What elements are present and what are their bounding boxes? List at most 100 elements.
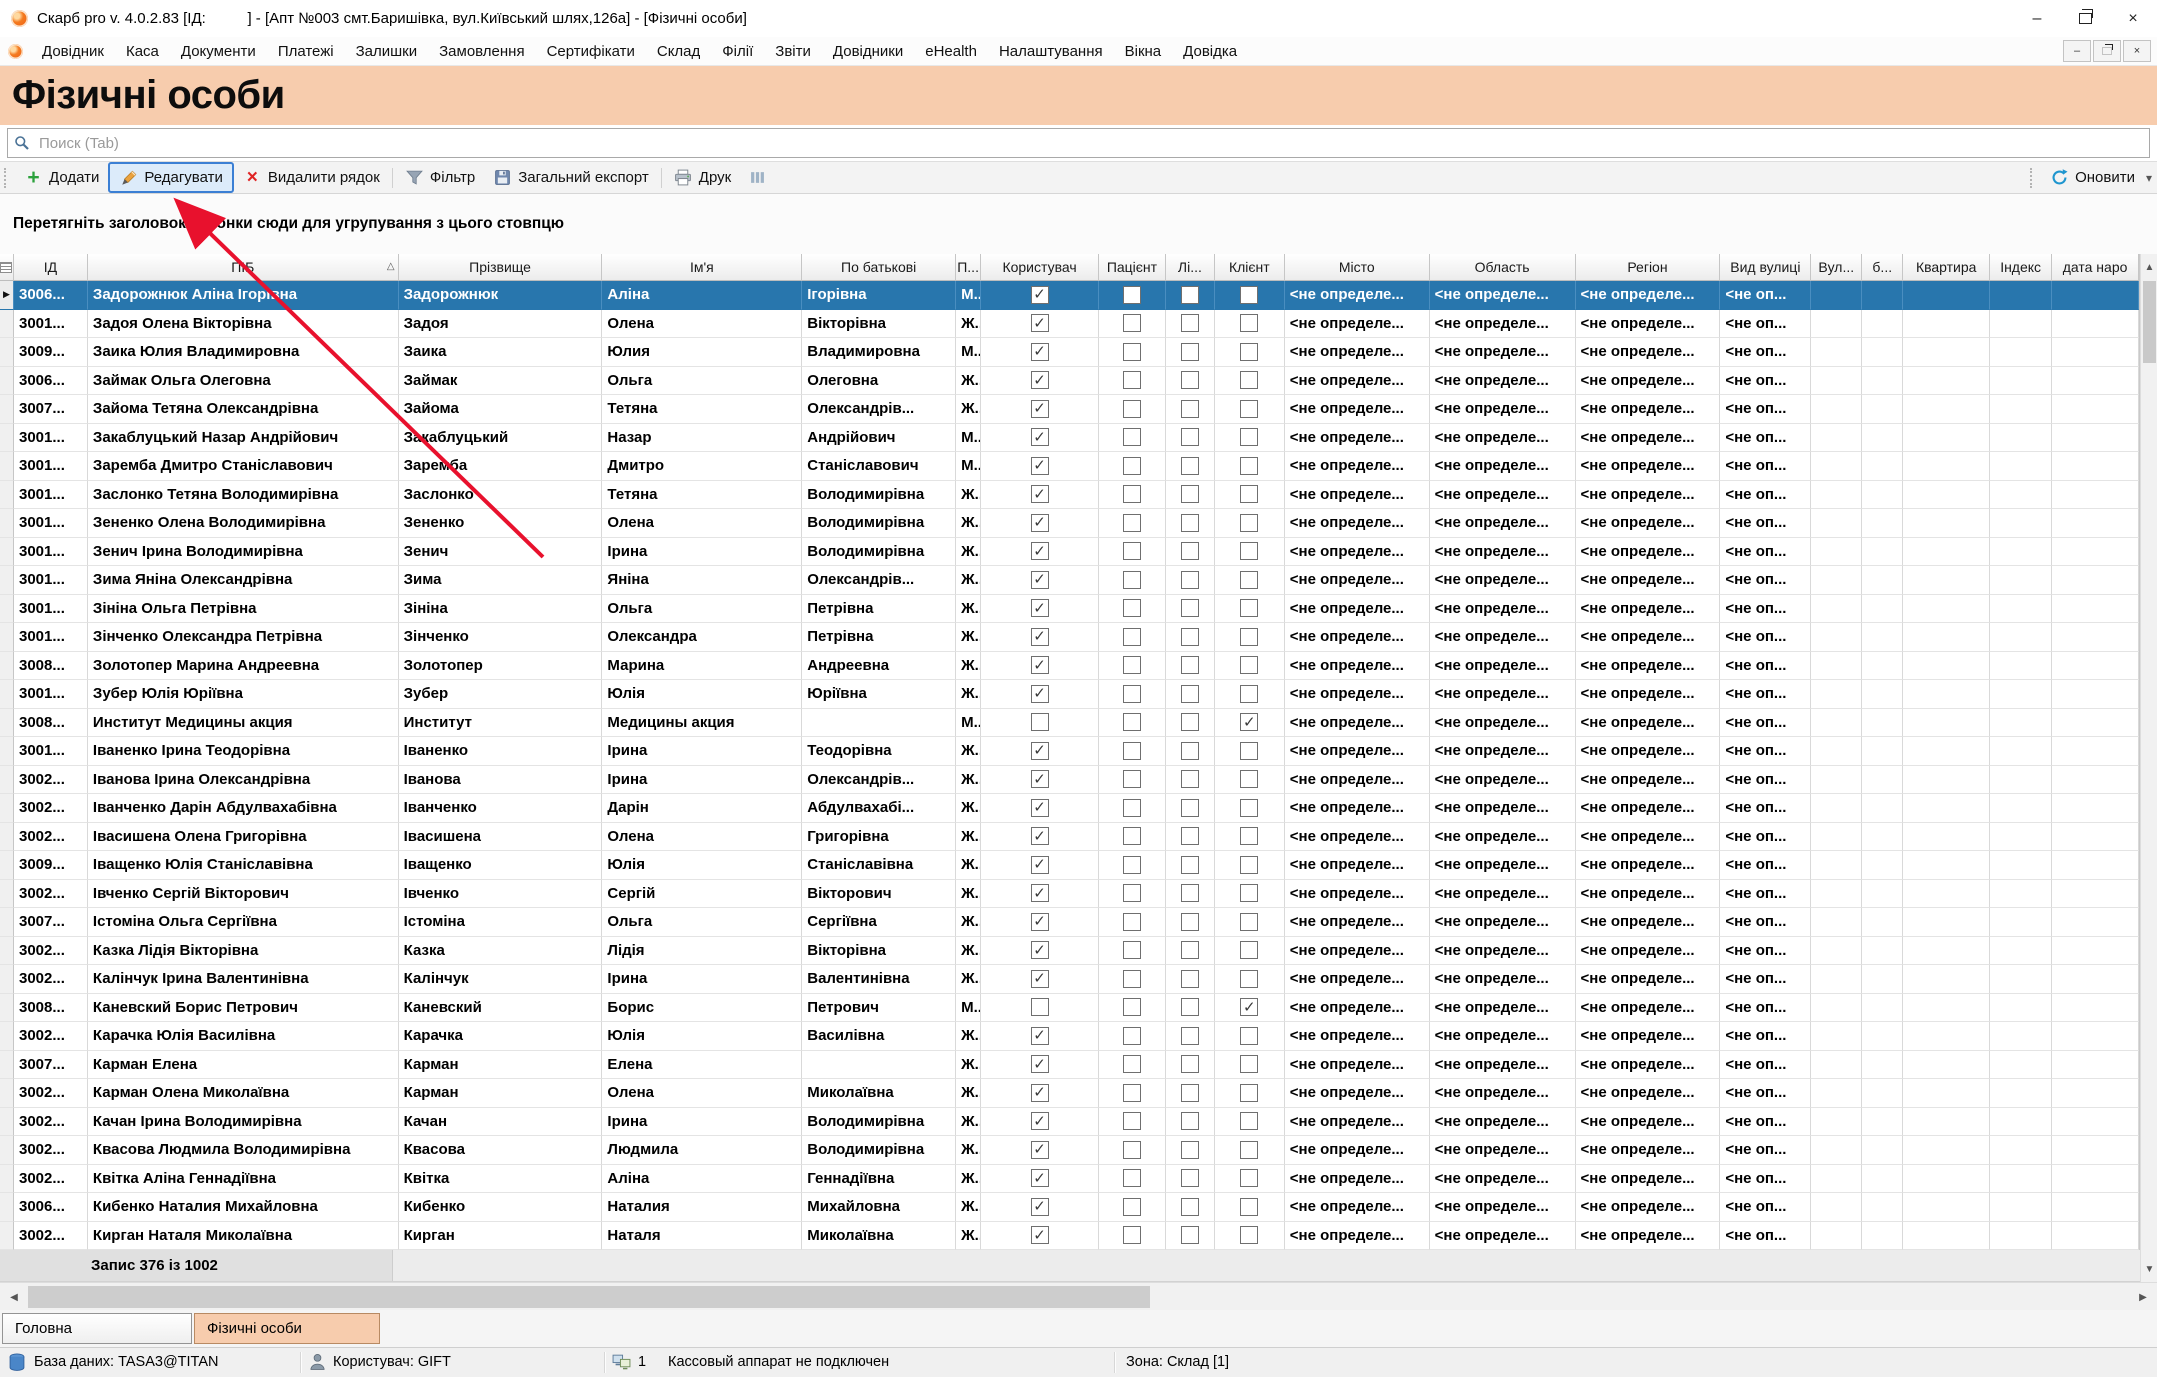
checkbox-user[interactable]: ✓: [1031, 1169, 1049, 1187]
checkbox-patient[interactable]: [1123, 571, 1141, 589]
checkbox-patient[interactable]: [1123, 884, 1141, 902]
checkbox-patient[interactable]: [1123, 1055, 1141, 1073]
checkbox-client[interactable]: [1240, 314, 1258, 332]
checkbox-user[interactable]: ✓: [1031, 913, 1049, 931]
checkbox-patient[interactable]: [1123, 1141, 1141, 1159]
checkbox-client[interactable]: [1240, 685, 1258, 703]
toolbar-grip[interactable]: [4, 168, 11, 188]
checkbox-client[interactable]: ✓: [1240, 998, 1258, 1016]
checkbox-license[interactable]: [1181, 1169, 1199, 1187]
checkbox-client[interactable]: [1240, 1226, 1258, 1244]
columns-icon[interactable]: [748, 168, 767, 187]
table-row[interactable]: 3002...Квасова Людмила ВолодимирівнаКвас…: [0, 1136, 2139, 1165]
checkbox-user[interactable]: ✓: [1031, 571, 1049, 589]
checkbox-patient[interactable]: [1123, 713, 1141, 731]
col-header-2[interactable]: ПІБ△: [88, 254, 399, 281]
checkbox-user[interactable]: ✓: [1031, 827, 1049, 845]
checkbox-patient[interactable]: [1123, 628, 1141, 646]
col-header-14[interactable]: Вид вулиці: [1720, 254, 1811, 281]
mdi-close-button[interactable]: ×: [2123, 40, 2151, 62]
close-button[interactable]: ×: [2109, 0, 2157, 37]
table-row[interactable]: 3001...Зененко Олена ВолодимирівнаЗененк…: [0, 509, 2139, 538]
checkbox-license[interactable]: [1181, 628, 1199, 646]
col-header-6[interactable]: П...: [956, 254, 981, 281]
col-header-17[interactable]: Квартира: [1903, 254, 1990, 281]
checkbox-user[interactable]: ✓: [1031, 485, 1049, 503]
checkbox-client[interactable]: [1240, 428, 1258, 446]
checkbox-license[interactable]: [1181, 485, 1199, 503]
checkbox-user[interactable]: ✓: [1031, 1112, 1049, 1130]
menu-item-1[interactable]: Довідник: [31, 37, 115, 66]
horizontal-scrollbar[interactable]: ◀ ▶: [0, 1282, 2157, 1310]
checkbox-patient[interactable]: [1123, 742, 1141, 760]
table-row[interactable]: 3008...Каневский Борис ПетровичКаневский…: [0, 994, 2139, 1023]
checkbox-license[interactable]: [1181, 343, 1199, 361]
checkbox-license[interactable]: [1181, 970, 1199, 988]
checkbox-client[interactable]: [1240, 1055, 1258, 1073]
checkbox-user[interactable]: [1031, 998, 1049, 1016]
checkbox-user[interactable]: ✓: [1031, 400, 1049, 418]
checkbox-patient[interactable]: [1123, 400, 1141, 418]
checkbox-user[interactable]: ✓: [1031, 371, 1049, 389]
menu-item-3[interactable]: Документи: [170, 37, 267, 66]
col-header-1[interactable]: ІД: [14, 254, 88, 281]
checkbox-client[interactable]: [1240, 1027, 1258, 1045]
checkbox-license[interactable]: [1181, 770, 1199, 788]
checkbox-patient[interactable]: [1123, 1226, 1141, 1244]
col-header-12[interactable]: Область: [1430, 254, 1576, 281]
menu-item-15[interactable]: Довідка: [1172, 37, 1248, 66]
checkbox-user[interactable]: ✓: [1031, 742, 1049, 760]
checkbox-license[interactable]: [1181, 884, 1199, 902]
search-box[interactable]: [7, 128, 2150, 158]
checkbox-license[interactable]: [1181, 742, 1199, 760]
table-row[interactable]: 3002...Карачка Юлія ВасилівнаКарачкаЮлія…: [0, 1022, 2139, 1051]
checkbox-user[interactable]: ✓: [1031, 599, 1049, 617]
checkbox-user[interactable]: ✓: [1031, 1226, 1049, 1244]
mdi-restore-button[interactable]: [2093, 40, 2121, 62]
checkbox-user[interactable]: ✓: [1031, 314, 1049, 332]
table-row[interactable]: 3001...Іваненко Ірина ТеодорівнаІваненко…: [0, 737, 2139, 766]
toolbar-grip-right[interactable]: [2030, 168, 2037, 188]
checkbox-client[interactable]: [1240, 1169, 1258, 1187]
checkbox-user[interactable]: ✓: [1031, 542, 1049, 560]
table-row[interactable]: 3008...Институт Медицины акцияИнститутМе…: [0, 709, 2139, 738]
checkbox-license[interactable]: [1181, 998, 1199, 1016]
table-row[interactable]: 3001...Зенич Ірина ВолодимирівнаЗеничІри…: [0, 538, 2139, 567]
group-panel[interactable]: Перетягніть заголовок колонки сюди для у…: [0, 194, 2157, 254]
checkbox-user[interactable]: ✓: [1031, 343, 1049, 361]
table-row[interactable]: 3001...Задоя Олена ВікторівнаЗадояОленаВ…: [0, 310, 2139, 339]
checkbox-patient[interactable]: [1123, 1084, 1141, 1102]
menu-item-8[interactable]: Склад: [646, 37, 711, 66]
menu-item-10[interactable]: Звіти: [764, 37, 822, 66]
checkbox-client[interactable]: [1240, 542, 1258, 560]
checkbox-user[interactable]: ✓: [1031, 628, 1049, 646]
checkbox-patient[interactable]: [1123, 827, 1141, 845]
table-row[interactable]: 3001...Зима Яніна ОлександрівнаЗимаЯніна…: [0, 566, 2139, 595]
checkbox-client[interactable]: [1240, 457, 1258, 475]
refresh-button[interactable]: Оновити: [2041, 164, 2144, 191]
table-row[interactable]: ▶3006...Задорожнюк Аліна ІгорівнаЗадорож…: [0, 281, 2139, 310]
checkbox-user[interactable]: ✓: [1031, 656, 1049, 674]
table-row[interactable]: 3009...Заика Юлия ВладимировнаЗаикаЮлияВ…: [0, 338, 2139, 367]
checkbox-patient[interactable]: [1123, 856, 1141, 874]
toolbar-overflow-icon[interactable]: ▾: [2146, 171, 2152, 185]
checkbox-user[interactable]: ✓: [1031, 970, 1049, 988]
checkbox-client[interactable]: [1240, 856, 1258, 874]
checkbox-patient[interactable]: [1123, 1169, 1141, 1187]
checkbox-client[interactable]: ✓: [1240, 713, 1258, 731]
checkbox-client[interactable]: [1240, 1141, 1258, 1159]
table-row[interactable]: 3001...Зініна Ольга ПетрівнаЗінінаОльгаП…: [0, 595, 2139, 624]
checkbox-client[interactable]: [1240, 485, 1258, 503]
checkbox-user[interactable]: ✓: [1031, 856, 1049, 874]
checkbox-license[interactable]: [1181, 599, 1199, 617]
checkbox-user[interactable]: ✓: [1031, 1027, 1049, 1045]
checkbox-user[interactable]: ✓: [1031, 1055, 1049, 1073]
checkbox-license[interactable]: [1181, 1055, 1199, 1073]
checkbox-license[interactable]: [1181, 941, 1199, 959]
checkbox-license[interactable]: [1181, 428, 1199, 446]
table-row[interactable]: 3001...Заремба Дмитро СтаніславовичЗарем…: [0, 452, 2139, 481]
checkbox-client[interactable]: [1240, 1084, 1258, 1102]
checkbox-client[interactable]: [1240, 1112, 1258, 1130]
col-header-16[interactable]: б...: [1862, 254, 1903, 281]
menu-item-6[interactable]: Замовлення: [428, 37, 535, 66]
